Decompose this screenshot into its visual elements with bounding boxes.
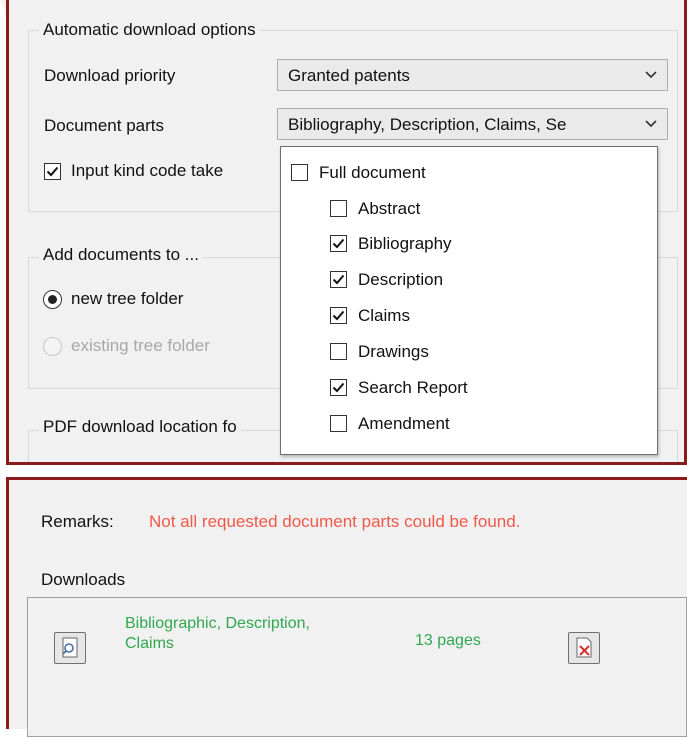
magnify-document-icon <box>62 637 78 658</box>
abstract-checkbox[interactable] <box>330 200 347 217</box>
kind-code-checkbox[interactable] <box>44 163 61 180</box>
chevron-down-icon <box>645 71 657 79</box>
document-parts-label: Document parts <box>44 116 164 135</box>
add-documents-title: Add documents to ... <box>39 245 203 265</box>
document-parts-dropdown: Full document Abstract Bibliography Desc… <box>280 146 658 455</box>
document-parts-combo[interactable]: Bibliography, Description, Claims, Se <box>277 108 668 140</box>
dropdown-item-label: Amendment <box>358 414 450 433</box>
remove-download-button[interactable] <box>568 632 600 664</box>
new-tree-folder-label: new tree folder <box>71 289 184 308</box>
dropdown-item-label: Drawings <box>358 342 429 361</box>
dropdown-item-label: Search Report <box>358 378 468 397</box>
claims-checkbox[interactable] <box>330 307 347 324</box>
description-checkbox[interactable] <box>330 271 347 288</box>
dropdown-item-label: Description <box>358 270 444 289</box>
downloads-label: Downloads <box>41 570 126 589</box>
chevron-down-icon <box>645 120 657 128</box>
kind-code-label: Input kind code take <box>71 161 224 180</box>
amendment-checkbox[interactable] <box>330 415 347 432</box>
download-priority-label: Download priority <box>44 66 176 85</box>
remarks-message: Not all requested document parts could b… <box>149 512 521 531</box>
automatic-download-options-title: Automatic download options <box>39 20 260 40</box>
download-priority-combo[interactable]: Granted patents <box>277 59 668 91</box>
drawings-checkbox[interactable] <box>330 343 347 360</box>
download-item-name-line2: Claims <box>125 635 174 652</box>
checkmark-icon <box>332 274 345 285</box>
download-results-panel: Remarks: Not all requested document part… <box>6 477 687 737</box>
delete-document-icon <box>576 637 592 658</box>
dropdown-item-label: Claims <box>358 306 410 325</box>
checkmark-icon <box>332 238 345 249</box>
dropdown-item-label: Bibliography <box>358 234 452 253</box>
download-priority-value: Granted patents <box>288 66 410 85</box>
existing-tree-folder-radio[interactable] <box>43 337 62 356</box>
dropdown-item-label: Abstract <box>358 199 421 218</box>
full-document-checkbox[interactable] <box>291 164 308 181</box>
downloads-list: Bibliographic, Description, Claims 13 pa… <box>27 597 687 737</box>
view-document-button[interactable] <box>54 632 86 664</box>
existing-tree-folder-label: existing tree folder <box>71 336 210 355</box>
dropdown-item-label: Full document <box>319 163 426 182</box>
download-item-name-line1: Bibliographic, Description, <box>125 615 310 632</box>
download-item-pages: 13 pages <box>415 632 481 649</box>
pdf-download-location-title: PDF download location fo <box>39 417 241 437</box>
checkmark-icon <box>332 382 345 393</box>
document-parts-value: Bibliography, Description, Claims, Se <box>288 115 567 134</box>
checkmark-icon <box>332 310 345 321</box>
new-tree-folder-radio[interactable] <box>43 290 62 309</box>
search-report-checkbox[interactable] <box>330 379 347 396</box>
checkmark-icon <box>46 166 59 177</box>
bibliography-checkbox[interactable] <box>330 235 347 252</box>
remarks-label: Remarks: <box>41 512 114 531</box>
